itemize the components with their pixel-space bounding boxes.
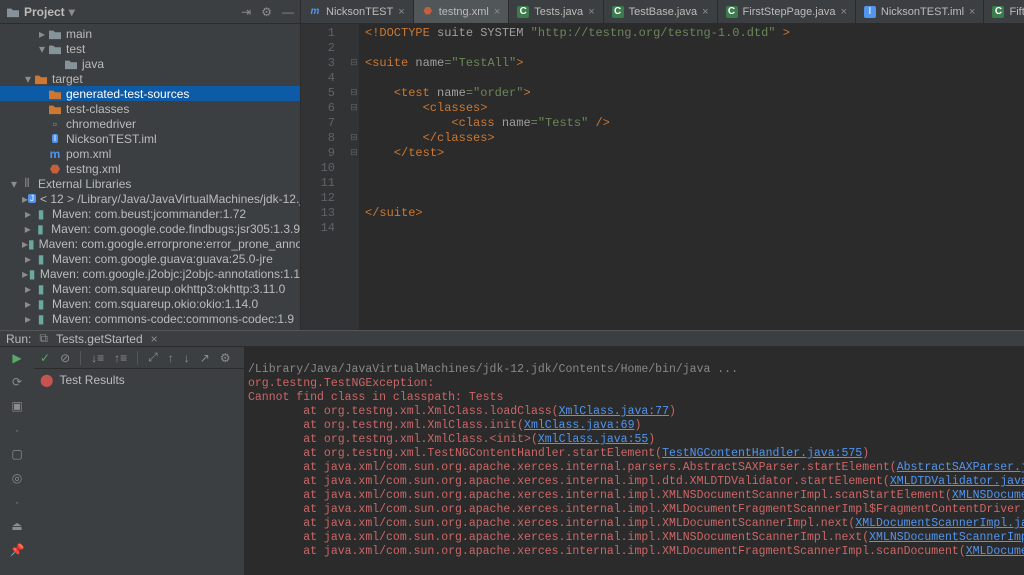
prev-icon[interactable]: ↑	[168, 351, 174, 365]
tree-node[interactable]: ▸▮Maven: com.beust:jcommander:1.72	[0, 206, 300, 221]
tree-node[interactable]: ▸▮Maven: com.squareup.okio:okio:1.14.0	[0, 296, 300, 311]
sort-down-icon[interactable]: ↓≡	[91, 351, 104, 365]
export-icon[interactable]: ↗	[200, 351, 210, 365]
divider: ·	[15, 495, 19, 509]
tree-node[interactable]: ▫chromedriver	[0, 116, 300, 131]
divider: ·	[15, 423, 19, 437]
fail-icon: ⬤	[40, 373, 53, 387]
test-results-label: Test Results	[59, 373, 124, 387]
tree-node[interactable]: ▸main	[0, 26, 300, 41]
project-title[interactable]: Project ▾	[6, 5, 241, 19]
tree-node[interactable]: ▸J< 12 > /Library/Java/JavaVirtualMachin…	[0, 191, 300, 206]
testng-icon: ⧉	[39, 331, 48, 346]
layout-icon[interactable]: ▢	[11, 447, 22, 461]
project-header: Project ▾ ⇥ ⚙ —	[0, 0, 300, 24]
tree-node[interactable]: ▾target	[0, 71, 300, 86]
minimize-icon[interactable]: —	[282, 5, 294, 19]
editor-tab[interactable]: INicksonTEST.iml×	[856, 0, 985, 23]
fold-column[interactable]: ⊟ ⊟ ⊟ ⊟ ⊟	[349, 24, 359, 330]
sort-up-icon[interactable]: ↑≡	[114, 351, 127, 365]
run-header: Run: ⧉ Tests.getStarted ×	[0, 331, 1024, 347]
stop-icon[interactable]: ▣	[11, 399, 22, 413]
tree-node[interactable]: generated-test-sources	[0, 86, 300, 101]
code-content[interactable]: <!DOCTYPE suite SYSTEM "http://testng.or…	[359, 24, 1024, 330]
tree-node[interactable]: ▸▮Maven: com.google.errorprone:error_pro…	[0, 236, 300, 251]
tree-node[interactable]: ▸▮Maven: com.google.code.findbugs:jsr305…	[0, 221, 300, 236]
debug-icon[interactable]: ⟳	[12, 375, 22, 389]
tree-node[interactable]: ▾⫴External Libraries	[0, 176, 300, 191]
divider	[80, 351, 81, 365]
run-config-name[interactable]: Tests.getStarted	[56, 332, 143, 346]
editor-body[interactable]: 1234567891011121314 ⊟ ⊟ ⊟ ⊟ ⊟ <!DOCTYPE …	[301, 24, 1024, 330]
expand-icon[interactable]: ⤢	[148, 350, 158, 365]
editor-area: mNicksonTEST×⬣testng.xml×CTests.java×CTe…	[301, 0, 1024, 330]
camera-icon[interactable]: ◎	[12, 471, 22, 485]
editor-tabs[interactable]: mNicksonTEST×⬣testng.xml×CTests.java×CTe…	[301, 0, 1024, 24]
run-panel: Run: ⧉ Tests.getStarted × ▶ ⟳ ▣ · ▢ ◎ · …	[0, 330, 1024, 541]
skip-icon[interactable]: ⊘	[60, 351, 70, 365]
close-icon[interactable]: ×	[398, 6, 404, 18]
tree-node[interactable]: ▸▮Maven: com.squareup.okhttp3:okhttp:3.1…	[0, 281, 300, 296]
tree-node[interactable]: ▾test	[0, 41, 300, 56]
gear-icon[interactable]: ⚙	[261, 5, 272, 19]
run-label: Run:	[6, 332, 31, 346]
exit-icon[interactable]: ⏏	[11, 519, 22, 533]
collapse-icon[interactable]: ⇥	[241, 5, 251, 19]
tree-node[interactable]: INicksonTEST.iml	[0, 131, 300, 146]
editor-tab[interactable]: ⬣testng.xml×	[414, 0, 510, 23]
tree-node[interactable]: ⬣testng.xml	[0, 161, 300, 176]
close-icon[interactable]: ×	[969, 6, 975, 18]
project-tree[interactable]: ▸main▾test java▾target generated-test-so…	[0, 24, 300, 330]
divider	[137, 351, 138, 365]
gear-icon[interactable]: ⚙	[220, 351, 231, 365]
check-icon[interactable]: ✓	[40, 351, 50, 365]
tree-node[interactable]: mpom.xml	[0, 146, 300, 161]
editor-tab[interactable]: CFifthStepPage.java×	[984, 0, 1024, 23]
editor-tab[interactable]: mNicksonTEST×	[301, 0, 414, 23]
editor-tab[interactable]: CTestBase.java×	[604, 0, 718, 23]
pin-icon[interactable]: 📌	[10, 543, 25, 557]
tree-node[interactable]: ▸▮Maven: commons-codec:commons-codec:1.9	[0, 311, 300, 326]
test-results-row[interactable]: ⬤ Test Results	[34, 369, 244, 391]
close-icon[interactable]: ×	[588, 6, 594, 18]
close-icon[interactable]: ×	[702, 6, 708, 18]
close-icon[interactable]: ×	[151, 332, 158, 346]
run-icon[interactable]: ▶	[12, 351, 21, 365]
editor-tab[interactable]: CTests.java×	[509, 0, 603, 23]
close-icon[interactable]: ×	[840, 6, 846, 18]
test-toolbar: ✓ ⊘ ↓≡ ↑≡ ⤢ ↑ ↓ ↗ ⚙	[34, 347, 244, 369]
tree-node[interactable]: java	[0, 56, 300, 71]
line-gutter: 1234567891011121314	[301, 24, 349, 330]
tree-node[interactable]: test-classes	[0, 101, 300, 116]
project-panel: Project ▾ ⇥ ⚙ — ▸main▾test java▾target g…	[0, 0, 301, 330]
tree-node[interactable]: ▸▮Maven: com.google.j2objc:j2objc-annota…	[0, 266, 300, 281]
next-icon[interactable]: ↓	[184, 351, 190, 365]
editor-tab[interactable]: CFirstStepPage.java×	[718, 0, 856, 23]
close-icon[interactable]: ×	[494, 6, 500, 18]
tree-node[interactable]: ▸▮Maven: com.google.guava:guava:25.0-jre	[0, 251, 300, 266]
